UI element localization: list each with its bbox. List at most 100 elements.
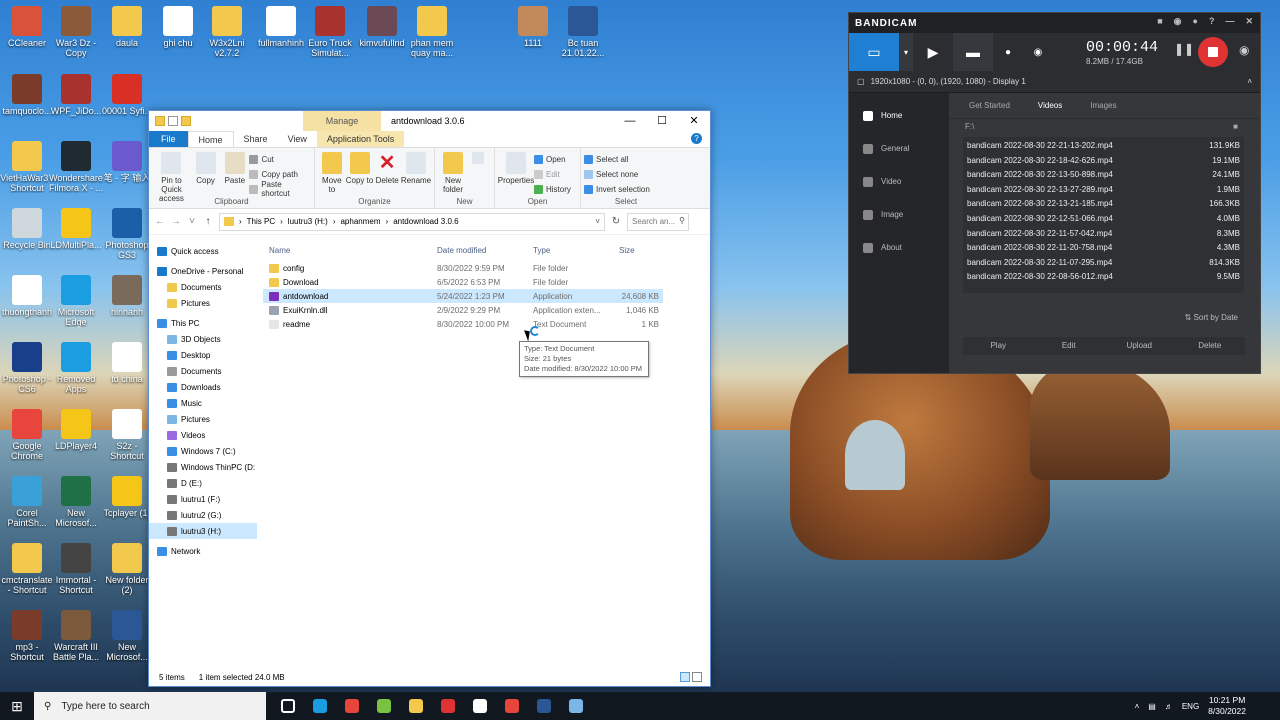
nav-item[interactable]: Windows 7 (C:)	[149, 443, 257, 459]
nav-item[interactable]: Windows ThinPC (D:	[149, 459, 257, 475]
help-icon[interactable]: ?	[691, 133, 702, 144]
nav-item[interactable]: OneDrive - Personal	[149, 263, 257, 279]
history-button[interactable]: History	[534, 183, 571, 195]
forward-arrow-icon[interactable]: →	[171, 216, 181, 227]
sidebar-item-home[interactable]: Home	[849, 99, 949, 132]
video-list-item[interactable]: bandicam 2022-08-30 22-13-21-185.mp4 166.…	[963, 199, 1244, 214]
copy-path-button[interactable]: Copy path	[249, 168, 311, 180]
new-folder-quick-icon[interactable]	[181, 116, 191, 126]
desktop-icon[interactable]: ghi chu	[151, 6, 205, 58]
desktop-icon[interactable]: Recycle Bin	[0, 208, 54, 260]
desktop-icon[interactable]: W3x2Lni v2.7.2	[200, 6, 254, 58]
desktop-icon[interactable]: WPF_JiDo...	[49, 74, 103, 126]
nav-item[interactable]: Quick access	[149, 243, 257, 259]
network-icon[interactable]: ▤	[1148, 702, 1156, 711]
video-list-item[interactable]: bandicam 2022-08-30 22-11-20-758.mp4 4.3M…	[963, 243, 1244, 258]
desktop-icon[interactable]: Google Chrome	[0, 409, 54, 461]
desktop-icon[interactable]: thuongthanh	[0, 275, 54, 327]
search-input[interactable]: Search an... ⚲	[627, 212, 689, 231]
nav-item[interactable]: Desktop	[149, 347, 257, 363]
desktop-icon[interactable]: New Microsof...	[49, 476, 103, 528]
stop-record-button[interactable]	[1198, 37, 1228, 67]
tab-videos[interactable]: Videos	[1038, 101, 1062, 110]
back-arrow-icon[interactable]: ←	[155, 216, 165, 227]
taskbar-app-button[interactable]	[432, 692, 464, 720]
address-bar[interactable]: › This PC › luutru3 (H:) › aphanmem › an…	[219, 212, 605, 231]
video-list-item[interactable]: bandicam 2022-08-30 22-13-27-289.mp4 1.9M…	[963, 185, 1244, 200]
desktop-icon[interactable]: Photoshop - CS6	[0, 342, 54, 394]
language-indicator[interactable]: ENG	[1182, 702, 1199, 711]
video-list-item[interactable]: bandicam 2022-08-30 22-11-57-042.mp4 8.3M…	[963, 229, 1244, 244]
address-dropdown-icon[interactable]: ˅	[595, 217, 600, 226]
tab-home[interactable]: Home	[187, 131, 234, 147]
video-list-item[interactable]: bandicam 2022-08-30 22-08-56-012.mp4 9.5M…	[963, 272, 1244, 287]
open-button[interactable]: Open	[534, 153, 571, 165]
nav-item[interactable]: luutru3 (H:)	[149, 523, 257, 539]
up-arrow-icon[interactable]: ↑	[203, 216, 213, 227]
mode-dropdown-icon[interactable]: ▾	[899, 33, 913, 71]
nav-item[interactable]: Pictures	[149, 411, 257, 427]
file-row[interactable]: readme 8/30/2022 10:00 PM Text Document 1 K…	[263, 317, 663, 331]
file-row[interactable]: ExuiKrnln.dll 2/9/2022 9:29 PM Application…	[263, 303, 663, 317]
screen-mode-icon[interactable]: ▭	[849, 33, 899, 71]
taskbar-app-button[interactable]	[528, 692, 560, 720]
nav-item[interactable]: 3D Objects	[149, 331, 257, 347]
sidebar-item-about[interactable]: About	[849, 231, 949, 264]
desktop-icon[interactable]: 笔 - 字 输入	[100, 141, 154, 193]
sidebar-item-general[interactable]: General	[849, 132, 949, 165]
game-mode-icon[interactable]: ▶	[913, 33, 953, 71]
desktop-icon[interactable]: Warcraft III Battle Pla...	[49, 610, 103, 662]
file-row[interactable]: antdownload 5/24/2022 1:23 PM Application 2…	[263, 289, 663, 303]
pause-icon[interactable]: ❚❚	[1174, 42, 1194, 56]
nav-item[interactable]: luutru1 (F:)	[149, 491, 257, 507]
desktop-icon[interactable]: daula	[100, 6, 154, 58]
desktop-icon[interactable]: td china	[100, 342, 154, 394]
desktop-icon[interactable]: New Microsof...	[100, 610, 154, 662]
desktop-icon[interactable]: 1111	[506, 6, 560, 58]
column-size[interactable]: Size	[619, 246, 663, 255]
desktop-icon[interactable]: Euro Truck Simulat...	[303, 6, 357, 58]
video-list-item[interactable]: bandicam 2022-08-30 22-18-42-626.mp4 19.1…	[963, 156, 1244, 171]
video-list-item[interactable]: bandicam 2022-08-30 22-12-51-066.mp4 4.0M…	[963, 214, 1244, 229]
desktop-icon[interactable]: Bc tuan 21.01.22...	[556, 6, 610, 58]
nav-item[interactable]: Music	[149, 395, 257, 411]
volume-icon[interactable]: ♬	[1165, 702, 1173, 711]
properties-quick-icon[interactable]	[168, 116, 178, 126]
taskbar-app-button[interactable]	[464, 692, 496, 720]
nav-item[interactable]: Downloads	[149, 379, 257, 395]
breadcrumb-segment[interactable]: antdownload 3.0.6	[393, 217, 458, 226]
hdmi-mode-icon[interactable]: ▬	[953, 33, 993, 71]
details-view-icon[interactable]	[680, 672, 690, 682]
clock[interactable]: 10:21 PM 8/30/2022	[1208, 695, 1246, 717]
video-list-item[interactable]: bandicam 2022-08-30 22-21-13-202.mp4 131.…	[963, 141, 1244, 156]
close-button[interactable]: ✕	[678, 111, 710, 131]
sort-by-date-button[interactable]: ⇅ Sort by Date	[1185, 313, 1238, 322]
breadcrumb-segment[interactable]: This PC	[247, 217, 275, 226]
taskbar-app-button[interactable]	[400, 692, 432, 720]
desktop-icon[interactable]: cmctranslate - Shortcut	[0, 543, 54, 595]
webcam-icon[interactable]: ◉	[1023, 33, 1053, 71]
nav-item[interactable]: luutru2 (G:)	[149, 507, 257, 523]
microphone-icon[interactable]: ●	[993, 33, 1023, 71]
desktop-icon[interactable]: fullmanhinh	[254, 6, 308, 58]
desktop-icon[interactable]: Tcplayer (1)	[100, 476, 154, 528]
desktop-icon[interactable]: LDPlayer4	[49, 409, 103, 461]
taskbar-app-button[interactable]	[272, 692, 304, 720]
tab-get-started[interactable]: Get Started	[969, 101, 1010, 110]
taskbar-app-button[interactable]	[560, 692, 592, 720]
taskbar-app-button[interactable]	[368, 692, 400, 720]
tab-images[interactable]: Images	[1090, 101, 1116, 110]
desktop-icon[interactable]: Corel PaintSh...	[0, 476, 54, 528]
invert-selection-button[interactable]: Invert selection	[584, 183, 650, 195]
nav-item[interactable]: D (E:)	[149, 475, 257, 491]
explorer-titlebar[interactable]: Manage antdownload 3.0.6 — ☐ ✕	[149, 111, 710, 131]
desktop-icon[interactable]: New folder (2)	[100, 543, 154, 595]
chevron-down-icon[interactable]: ˅	[187, 216, 197, 227]
desktop-icon[interactable]: phan mem quay ma...	[405, 6, 459, 58]
column-date-modified[interactable]: Date modified	[437, 246, 533, 255]
desktop-icon[interactable]: mp3 - Shortcut	[0, 610, 54, 662]
select-none-button[interactable]: Select none	[584, 168, 650, 180]
large-icons-view-icon[interactable]	[692, 672, 702, 682]
paste-shortcut-button[interactable]: Paste shortcut	[249, 180, 311, 198]
chevron-up-icon[interactable]: ˄	[1135, 702, 1140, 711]
